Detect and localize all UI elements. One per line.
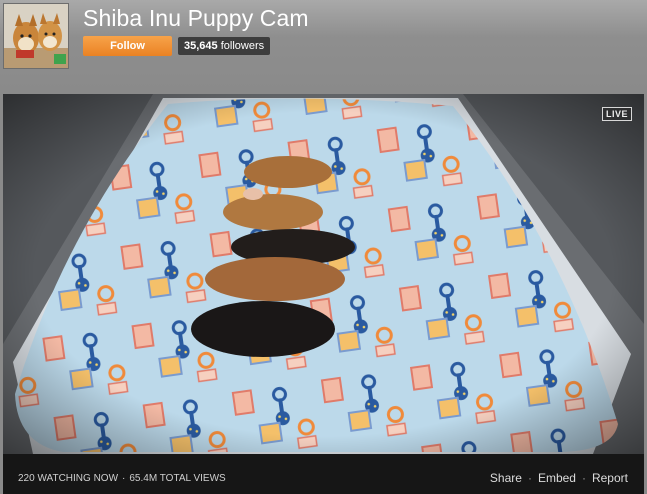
- viewer-stats: 220 WATCHING NOW · 65.4M TOTAL VIEWS: [18, 473, 226, 484]
- channel-title: Shiba Inu Puppy Cam: [83, 5, 309, 31]
- followers-count: 35,645: [184, 40, 218, 52]
- total-views-count: 65.4M TOTAL VIEWS: [129, 473, 226, 484]
- followers-label: followers: [220, 40, 265, 52]
- followers-count-badge: 35,645 followers: [178, 37, 271, 55]
- video-player[interactable]: LIVE: [3, 94, 644, 454]
- channel-header: Shiba Inu Puppy Cam Follow 35,645 follow…: [0, 0, 647, 94]
- share-link[interactable]: Share: [490, 471, 522, 485]
- live-badge: LIVE: [601, 107, 632, 121]
- player-actions: Share · Embed · Report: [490, 471, 628, 485]
- avatar-image: [4, 4, 68, 68]
- follow-button[interactable]: Follow: [83, 36, 172, 56]
- embed-link[interactable]: Embed: [538, 471, 576, 485]
- separator: ·: [581, 471, 586, 485]
- report-link[interactable]: Report: [592, 471, 628, 485]
- watching-now-count: 220 WATCHING NOW: [18, 473, 119, 484]
- player-footer: 220 WATCHING NOW · 65.4M TOTAL VIEWS Share…: [3, 454, 644, 494]
- separator: ·: [122, 473, 126, 484]
- video-frame: [3, 94, 644, 454]
- separator: ·: [527, 471, 532, 485]
- channel-avatar[interactable]: [3, 3, 69, 69]
